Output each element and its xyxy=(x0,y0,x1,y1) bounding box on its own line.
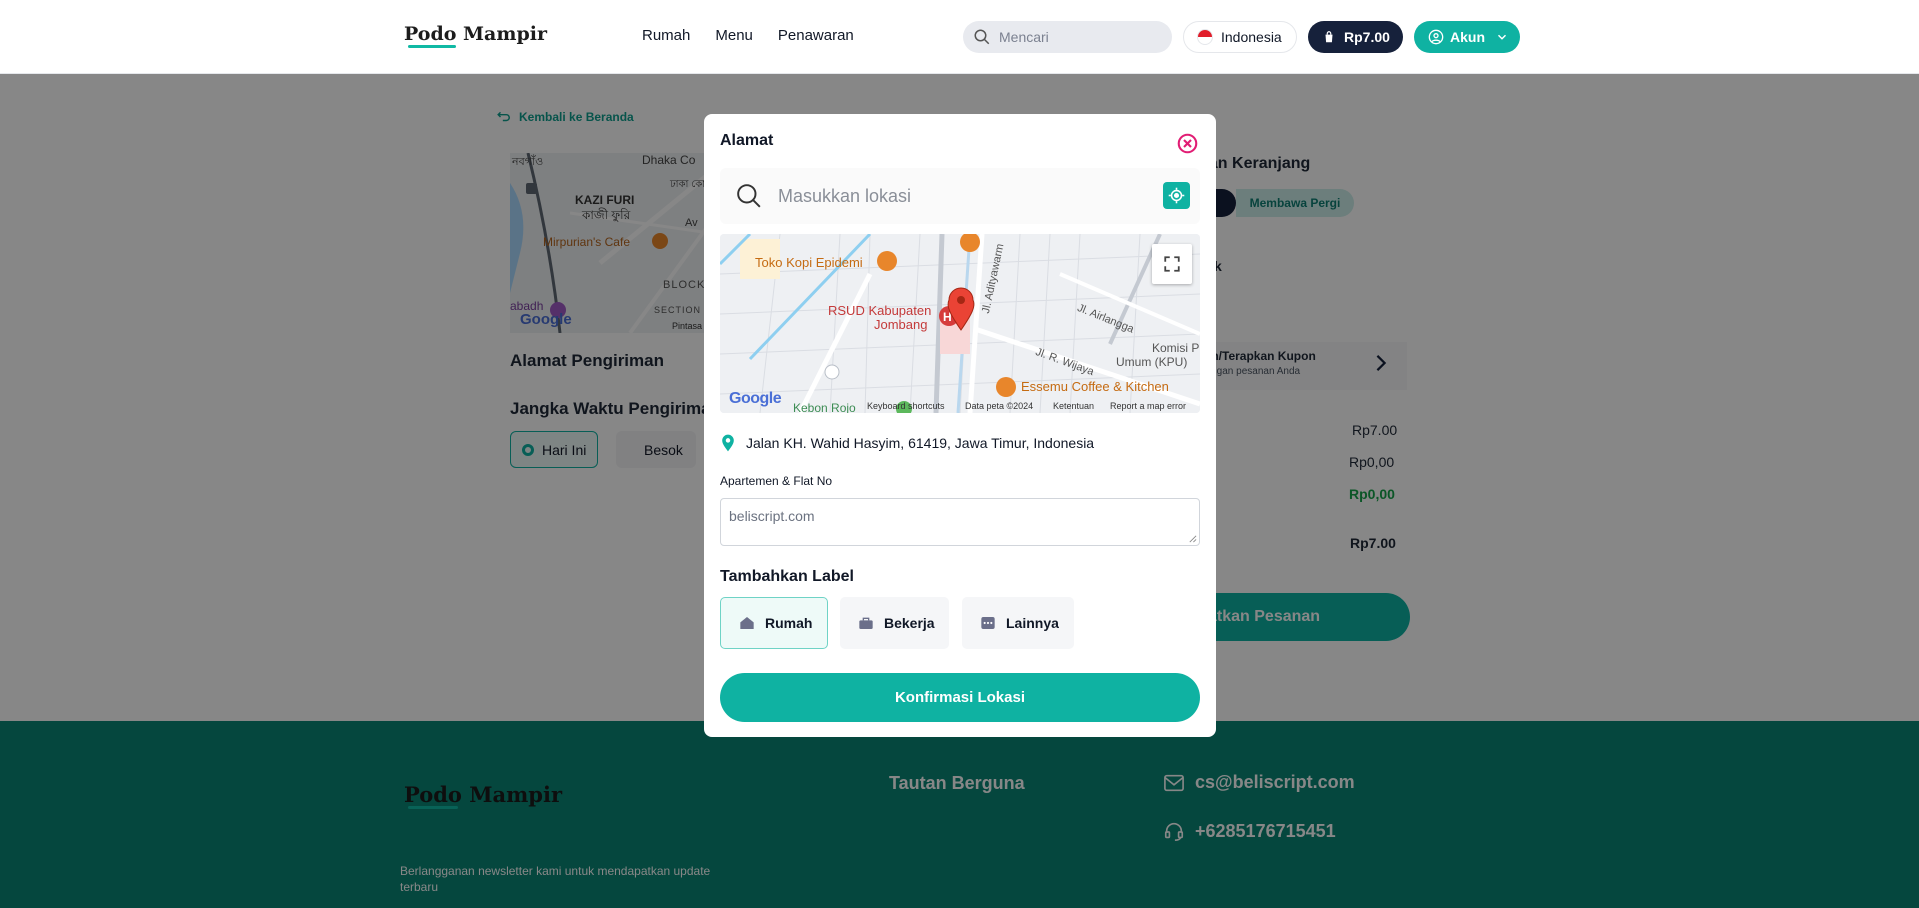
crosshair-icon xyxy=(1168,187,1185,204)
search-icon xyxy=(974,29,990,45)
label-work-text: Bekerja xyxy=(884,615,935,631)
map-label: Essemu Coffee & Kitchen xyxy=(1021,379,1169,394)
map-label: Toko Kopi Epidemi xyxy=(755,255,863,270)
chevron-down-icon xyxy=(1497,34,1507,40)
map-data-credit: Data peta ©2024 xyxy=(965,401,1034,411)
label-home-button[interactable]: Rumah xyxy=(720,597,828,649)
add-label-title: Tambahkan Label xyxy=(720,568,854,585)
home-icon xyxy=(740,617,754,629)
confirm-location-label: Konfirmasi Lokasi xyxy=(894,689,1026,706)
search-placeholder: Mencari xyxy=(999,29,1049,45)
selected-address-text: Jalan KH. Wahid Hasyim, 61419, Jawa Timu… xyxy=(746,435,1095,451)
more-dots-icon xyxy=(981,617,995,629)
location-search-input[interactable]: Masukkan lokasi xyxy=(720,168,1200,224)
cart-total: Rp7.00 xyxy=(1344,29,1390,45)
apartment-label: Apartemen & Flat No xyxy=(720,474,833,488)
label-other-text: Lainnya xyxy=(1006,615,1059,631)
briefcase-icon xyxy=(859,617,873,629)
apartment-value: beliscript.com xyxy=(729,508,815,524)
map-keyboard-shortcuts[interactable]: Keyboard shortcuts xyxy=(867,401,945,411)
map-label: Jombang xyxy=(874,317,928,332)
location-pin-icon xyxy=(722,434,734,452)
brand-logo[interactable]: Podo Mampir xyxy=(404,23,547,48)
label-home-text: Rumah xyxy=(765,615,813,631)
close-icon[interactable] xyxy=(1177,133,1198,154)
account-button[interactable]: Akun xyxy=(1414,21,1520,53)
search-icon xyxy=(737,184,761,208)
address-modal: Alamat Masukkan lokasi H Toko Kopi Epide… xyxy=(704,114,1216,737)
language-label: Indonesia xyxy=(1221,29,1282,45)
map-report-error-link[interactable]: Report a map error xyxy=(1110,401,1186,411)
selected-address: Jalan KH. Wahid Hasyim, 61419, Jawa Timu… xyxy=(720,434,1094,452)
map-label: Komisi P xyxy=(1152,341,1200,355)
shopping-bag-icon xyxy=(1325,31,1333,43)
search-input[interactable]: Mencari xyxy=(963,21,1172,53)
current-location-button[interactable] xyxy=(1163,182,1190,209)
fullscreen-icon xyxy=(1164,256,1180,272)
logo-swoosh xyxy=(408,45,456,48)
label-work-button[interactable]: Bekerja xyxy=(840,597,949,649)
map-terms-link[interactable]: Ketentuan xyxy=(1053,401,1094,411)
apartment-field[interactable]: beliscript.com xyxy=(720,498,1200,546)
modal-title: Alamat xyxy=(720,132,774,149)
main-nav: Rumah Menu Penawaran xyxy=(642,27,854,44)
map-google-logo: Google xyxy=(729,390,782,407)
user-icon xyxy=(1428,29,1444,45)
map-label: Kebon Rojo xyxy=(793,401,856,413)
account-label: Akun xyxy=(1450,29,1485,45)
flag-indonesia-icon xyxy=(1197,29,1213,45)
confirm-location-button[interactable]: Konfirmasi Lokasi xyxy=(720,673,1200,722)
map-label: Umum (KPU) xyxy=(1116,355,1188,369)
brand-name: Podo Mampir xyxy=(404,23,547,45)
fullscreen-button[interactable] xyxy=(1152,244,1192,284)
nav-offers[interactable]: Penawaran xyxy=(778,27,854,44)
nav-menu[interactable]: Menu xyxy=(715,27,753,44)
language-selector[interactable]: Indonesia xyxy=(1183,21,1297,53)
location-placeholder: Masukkan lokasi xyxy=(778,185,912,206)
location-map[interactable]: H Toko Kopi Epidemi RSUD Kabupaten Jomba… xyxy=(720,234,1200,413)
label-other-button[interactable]: Lainnya xyxy=(962,597,1074,649)
cart-button[interactable]: Rp7.00 xyxy=(1308,21,1403,53)
map-label: RSUD Kabupaten xyxy=(828,303,932,318)
resize-grip-icon[interactable] xyxy=(1188,534,1197,543)
top-header: Podo Mampir Rumah Menu Penawaran Mencari… xyxy=(0,0,1919,74)
nav-home[interactable]: Rumah xyxy=(642,27,690,44)
